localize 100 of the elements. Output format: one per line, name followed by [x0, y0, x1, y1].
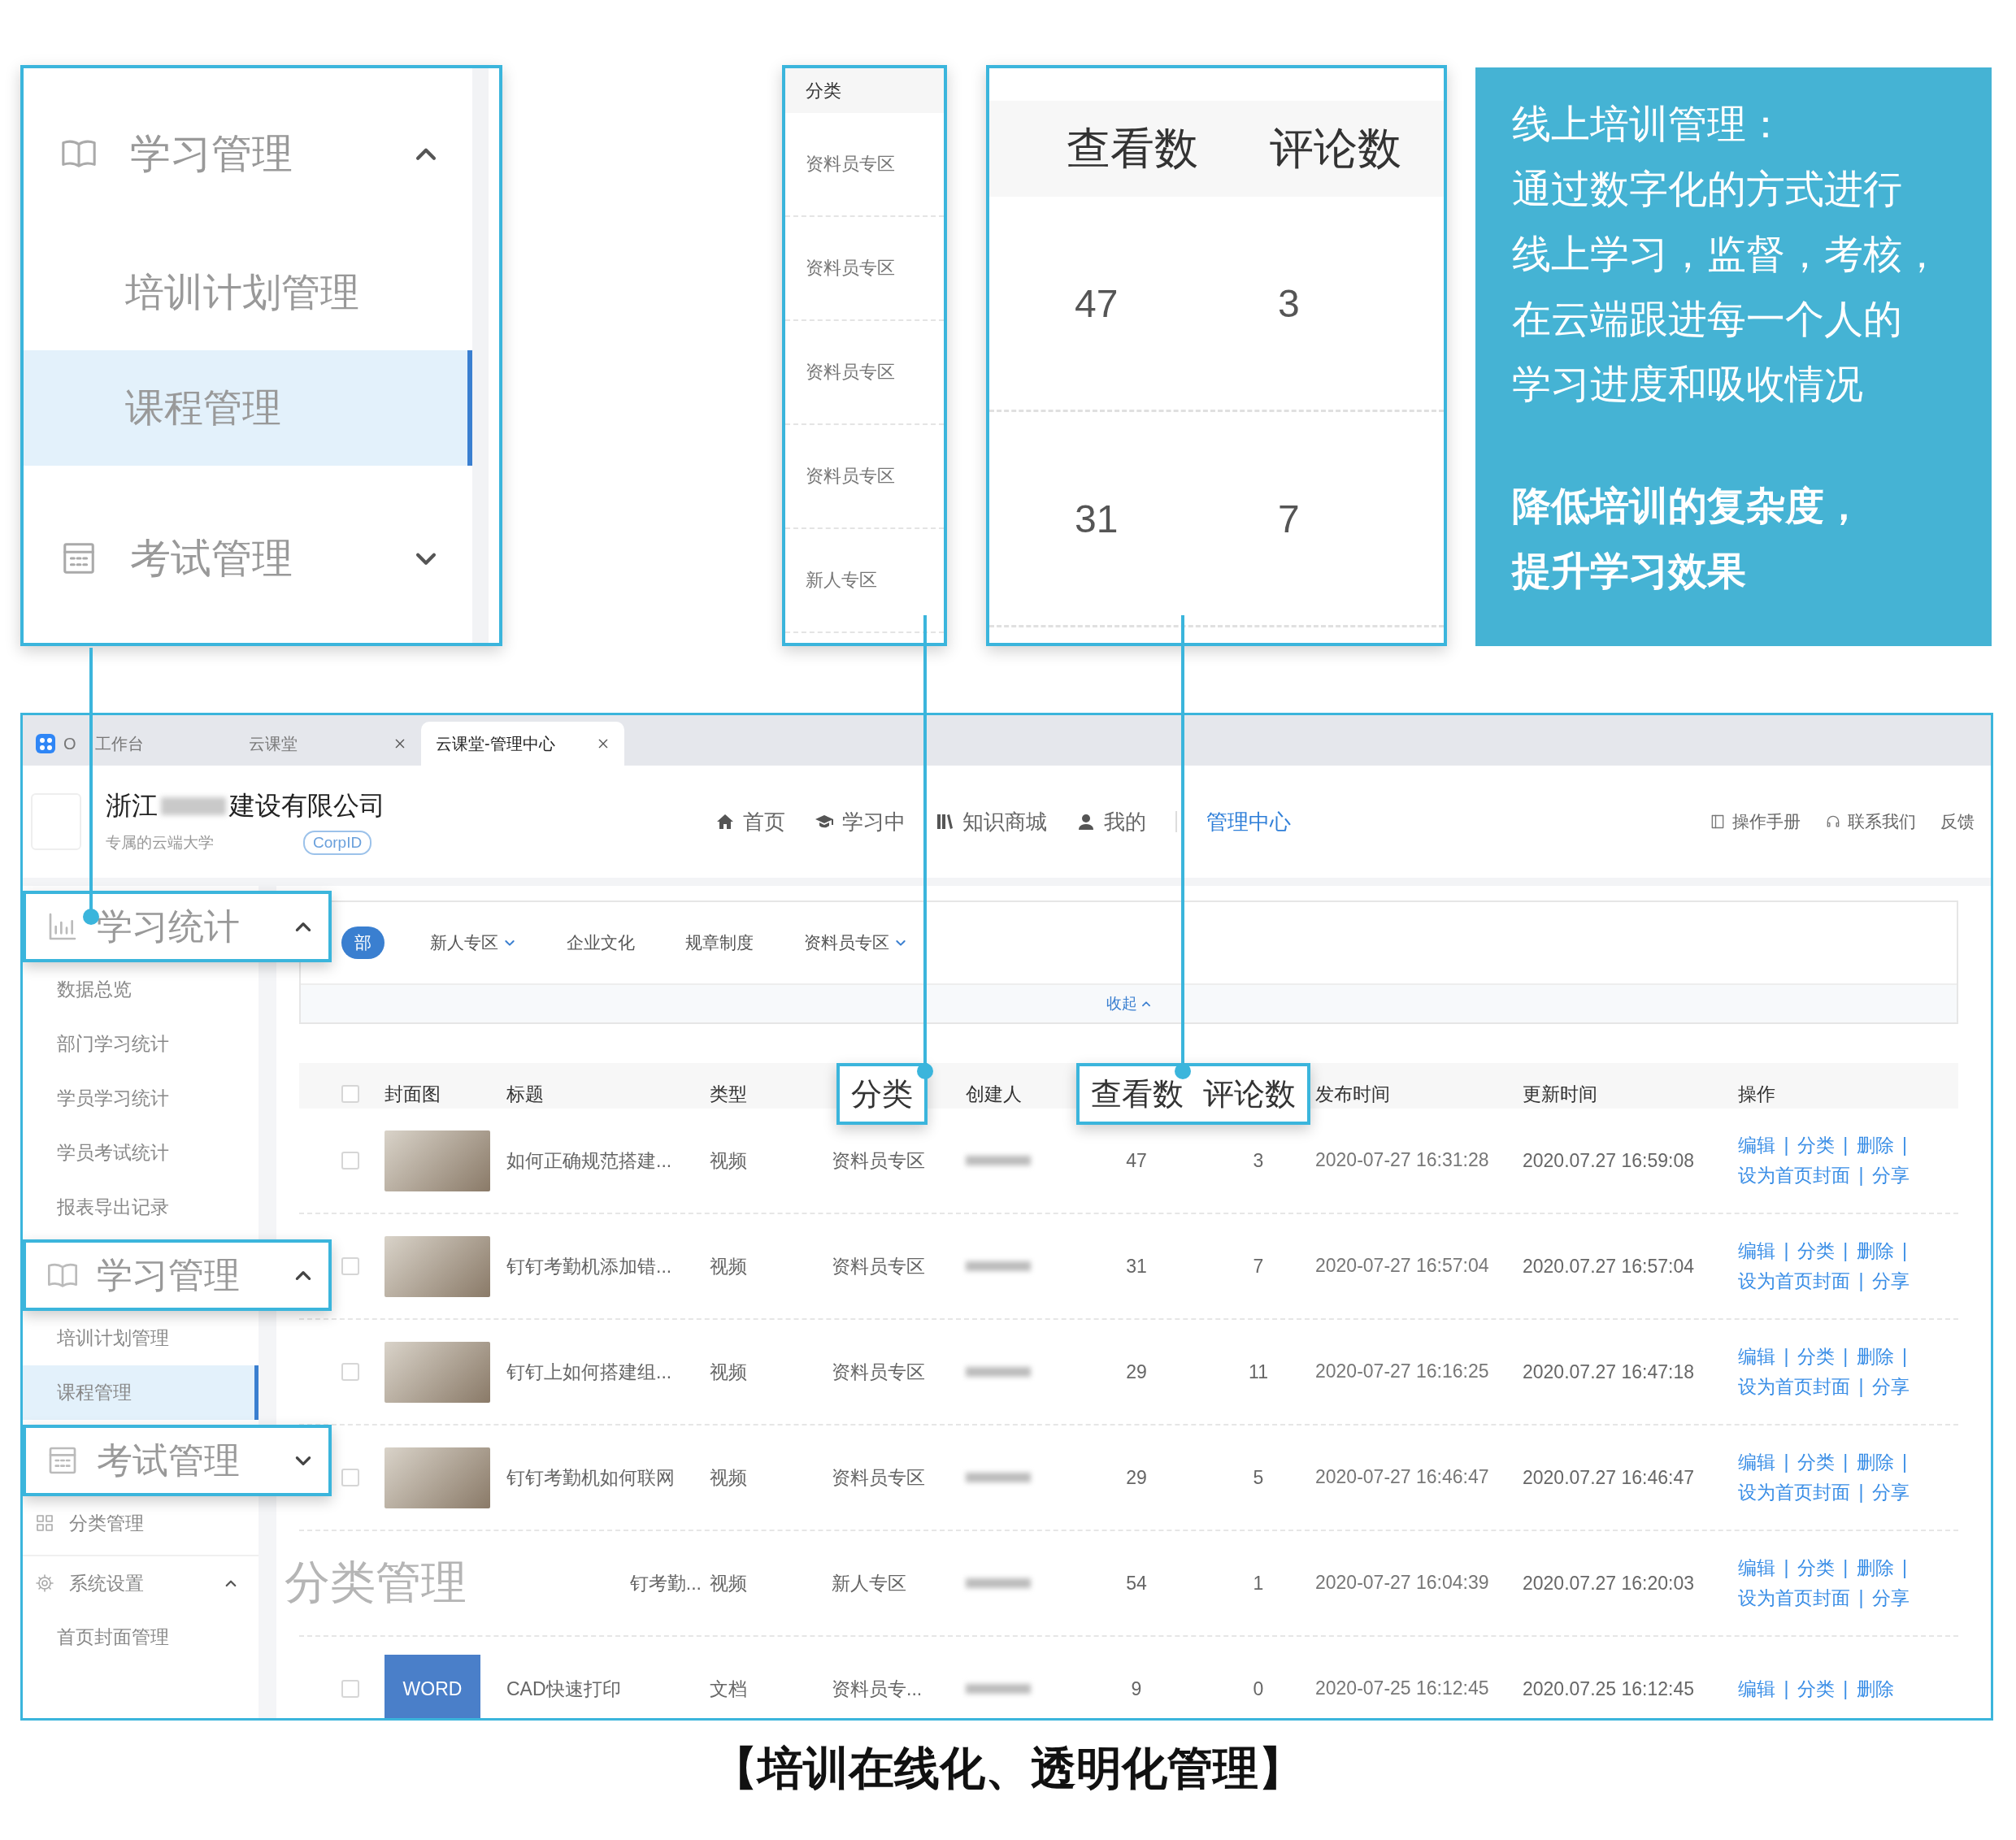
menu-group-header[interactable]: 考试管理: [23, 1425, 332, 1496]
action-link[interactable]: 分享: [1871, 1482, 1910, 1503]
link-separator: |: [1901, 1557, 1907, 1579]
table-cell-text: 视频: [710, 1148, 748, 1173]
action-link[interactable]: 设为首页封面: [1738, 1587, 1850, 1608]
menu-group-header[interactable]: 系统设置: [23, 1555, 259, 1610]
action-link[interactable]: 编辑: [1738, 1346, 1775, 1368]
action-link[interactable]: 设为首页封面: [1738, 1270, 1850, 1291]
table-cell-text: 资料员专...: [832, 1677, 923, 1701]
menu-item[interactable]: 学员考试统计: [23, 1126, 259, 1180]
filter-tag[interactable]: 部: [341, 927, 385, 959]
action-link[interactable]: 分享: [1871, 1165, 1910, 1186]
action-link[interactable]: 编辑: [1738, 1240, 1775, 1262]
table-cell-text: 2020-07-27 16:46:47: [1315, 1465, 1490, 1490]
table-cell-text: 钉钉上如何搭建组...: [506, 1360, 673, 1384]
table-cell-text: 2020.07.27 16:47:18: [1523, 1360, 1696, 1383]
nav-link[interactable]: 首页: [715, 807, 785, 836]
menu-group-header[interactable]: 分类管理: [23, 1496, 259, 1550]
close-icon: [597, 737, 610, 750]
menu-item[interactable]: 报表导出记录: [23, 1180, 259, 1235]
menu-item[interactable]: 课程管理: [24, 350, 472, 466]
action-link[interactable]: 分类: [1797, 1135, 1835, 1157]
header-link[interactable]: 联系我们: [1825, 810, 1916, 833]
menu-group-header[interactable]: 考试管理: [24, 518, 472, 599]
checkbox[interactable]: [341, 1469, 359, 1486]
column-header: 查看数: [1067, 122, 1199, 174]
menu-group-header[interactable]: 学习管理: [23, 1239, 332, 1311]
filter-tag[interactable]: 企业文化: [562, 931, 640, 955]
table-cell-text: 1: [1252, 1572, 1265, 1595]
action-link[interactable]: 删除: [1856, 1452, 1894, 1473]
checkbox[interactable]: [341, 1680, 359, 1698]
table-cell-text: 7: [1252, 1255, 1265, 1278]
table-cell-text: 钉钉考勤机添加错...: [506, 1254, 673, 1278]
nav-link[interactable]: 我的: [1076, 807, 1146, 836]
action-link[interactable]: 分类: [1797, 1677, 1835, 1699]
table-cell-text: 7: [1278, 496, 1301, 541]
table-cell-text: 视频: [710, 1465, 748, 1490]
menu-item[interactable]: 部门学习统计: [23, 1017, 259, 1071]
link-separator: |: [1858, 1482, 1864, 1503]
filter-tag[interactable]: 规章制度: [680, 931, 758, 955]
table-cell-text: 0: [1252, 1677, 1265, 1700]
action-link[interactable]: 编辑: [1738, 1135, 1775, 1157]
action-link[interactable]: 设为首页封面: [1738, 1482, 1850, 1503]
action-link[interactable]: 编辑: [1738, 1452, 1775, 1473]
action-link[interactable]: 分类: [1797, 1240, 1835, 1262]
menu-item[interactable]: 数据总览: [23, 962, 259, 1017]
nav-link[interactable]: 管理中心: [1206, 807, 1291, 836]
link-separator: |: [1843, 1240, 1849, 1262]
user-icon: [1076, 812, 1096, 831]
browser-tab[interactable]: 云课堂-管理中心: [421, 722, 624, 766]
action-link[interactable]: 删除: [1856, 1557, 1894, 1579]
action-link[interactable]: 分类: [1797, 1452, 1835, 1473]
action-link[interactable]: 分类: [1797, 1557, 1835, 1579]
nav-link[interactable]: 知识商城: [935, 807, 1047, 836]
menu-item[interactable]: 首页封面管理: [23, 1610, 259, 1664]
header-link[interactable]: 操作手册: [1710, 810, 1801, 833]
table-cell-text: 2020.07.27 16:46:47: [1523, 1466, 1696, 1489]
action-link[interactable]: 删除: [1856, 1346, 1894, 1368]
filter-tag[interactable]: 资料员专区: [799, 931, 912, 955]
column-header: 评论数: [1203, 1075, 1296, 1113]
link-separator: |: [1784, 1557, 1789, 1579]
corpid-badge[interactable]: CorpID: [303, 831, 372, 855]
menu-item[interactable]: 学员学习统计: [23, 1071, 259, 1126]
action-link[interactable]: 分享: [1871, 1376, 1910, 1397]
checkbox[interactable]: [341, 1152, 359, 1170]
link-separator: |: [1784, 1452, 1789, 1473]
menu-item[interactable]: 课程管理: [23, 1365, 259, 1420]
action-link[interactable]: 编辑: [1738, 1557, 1775, 1579]
grid-icon: [35, 1513, 54, 1533]
action-link[interactable]: 分享: [1871, 1270, 1910, 1291]
header-link[interactable]: 反馈: [1940, 810, 1975, 833]
checkbox[interactable]: [341, 1085, 359, 1103]
collapse-link[interactable]: 收起: [1106, 993, 1152, 1014]
action-link[interactable]: 删除: [1856, 1135, 1894, 1157]
action-link[interactable]: 编辑: [1738, 1677, 1775, 1699]
action-link[interactable]: 设为首页封面: [1738, 1376, 1850, 1397]
action-link[interactable]: 设为首页封面: [1738, 1165, 1850, 1186]
home-icon: [715, 812, 735, 831]
checkbox[interactable]: [341, 1363, 359, 1381]
browser-tab[interactable]: 云课堂: [234, 722, 421, 766]
nav-link[interactable]: 学习中: [815, 807, 906, 836]
filter-tag[interactable]: 新人专区: [425, 931, 521, 955]
table-cell-text: 视频: [710, 1360, 748, 1384]
link-separator: |: [1858, 1587, 1864, 1608]
action-link[interactable]: 删除: [1856, 1240, 1894, 1262]
checkbox[interactable]: [341, 1257, 359, 1275]
menu-group-header[interactable]: 学习管理: [24, 113, 472, 194]
link-separator: |: [1901, 1135, 1907, 1157]
action-link[interactable]: 分类: [1797, 1346, 1835, 1368]
menu-group-header[interactable]: 学习统计: [23, 891, 332, 962]
action-link[interactable]: 分享: [1871, 1587, 1910, 1608]
browser-tab[interactable]: O 工作台: [23, 722, 234, 766]
link-separator: |: [1843, 1346, 1849, 1368]
table-cell-text: 资料员专区: [832, 1465, 926, 1490]
company-name: 浙江 建设有限公司: [106, 790, 386, 822]
table-cell-text: 9: [1130, 1677, 1143, 1700]
menu-item[interactable]: 培训计划管理: [23, 1311, 259, 1365]
action-link[interactable]: 删除: [1856, 1677, 1894, 1699]
menu-item[interactable]: 培训计划管理: [24, 235, 472, 350]
table-cell-text: 5: [1252, 1466, 1265, 1489]
